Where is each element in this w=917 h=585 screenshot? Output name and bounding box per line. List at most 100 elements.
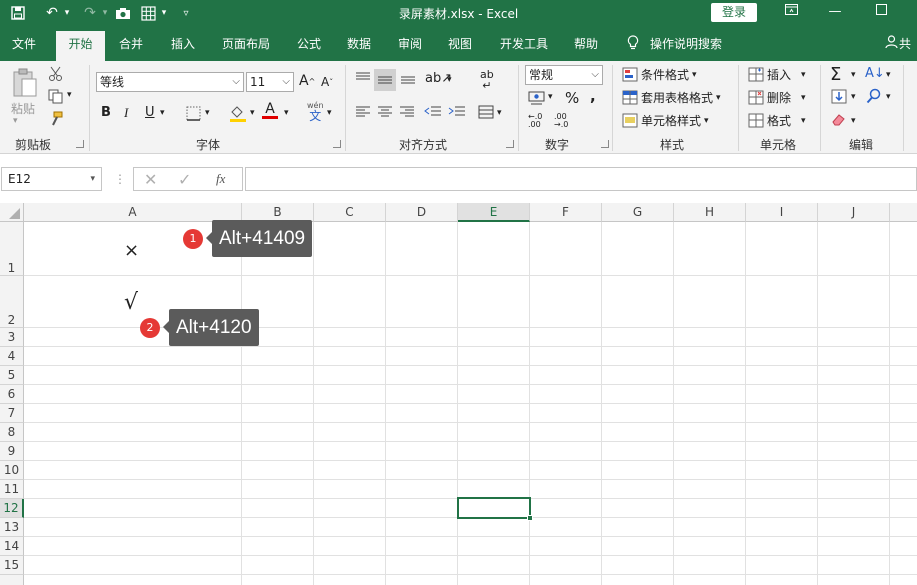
align-right-icon[interactable] — [399, 105, 415, 119]
tab-developer[interactable]: 开发工具 — [494, 35, 554, 61]
row-header-4[interactable]: 4 — [0, 347, 24, 366]
merge-center-icon[interactable] — [478, 105, 494, 119]
italic-button[interactable]: I — [124, 105, 128, 121]
tab-data[interactable]: 数据 — [340, 35, 378, 61]
insert-function-icon[interactable]: fx — [216, 171, 225, 187]
clear-dropdown-icon[interactable]: ▾ — [851, 116, 856, 126]
format-painter-icon[interactable] — [48, 111, 64, 127]
column-header-e[interactable]: E — [458, 203, 530, 222]
row-header-next[interactable] — [0, 575, 24, 585]
align-middle-icon[interactable] — [374, 69, 396, 91]
wrap-text-button[interactable]: ab ↵ — [480, 69, 494, 91]
grow-font-button[interactable]: A ^ — [299, 73, 315, 89]
column-header-g[interactable]: G — [602, 203, 674, 222]
find-select-icon[interactable] — [866, 88, 882, 104]
redo-dropdown-icon[interactable]: ▾ — [100, 3, 110, 23]
name-box-dropdown-icon[interactable]: ▾ — [90, 168, 95, 190]
find-dropdown-icon[interactable]: ▾ — [886, 92, 891, 102]
copy-dropdown-icon[interactable]: ▾ — [67, 90, 72, 100]
name-box[interactable]: E12 ▾ — [1, 167, 102, 191]
row-header-10[interactable]: 10 — [0, 461, 24, 480]
formula-input[interactable] — [245, 167, 917, 191]
format-as-table-button[interactable]: 套用表格格式 ▾ — [622, 89, 721, 106]
row-header-6[interactable]: 6 — [0, 385, 24, 404]
paste-icon[interactable] — [10, 67, 40, 99]
row-header-3[interactable]: 3 — [0, 328, 24, 347]
font-color-button[interactable]: A — [262, 102, 278, 119]
copy-icon[interactable] — [48, 89, 64, 104]
align-bottom-icon[interactable] — [400, 71, 416, 85]
merge-dropdown-icon[interactable]: ▾ — [497, 108, 502, 118]
accounting-dropdown-icon[interactable]: ▾ — [548, 92, 553, 102]
font-color-dropdown-icon[interactable]: ▾ — [284, 108, 289, 118]
number-format-select[interactable]: 常规 ⌵ — [525, 65, 603, 85]
align-left-icon[interactable] — [355, 105, 371, 119]
ribbon-display-icon[interactable] — [776, 2, 806, 22]
alignment-launcher-icon[interactable] — [506, 140, 514, 148]
decrease-indent-icon[interactable] — [424, 105, 442, 119]
row-header-9[interactable]: 9 — [0, 442, 24, 461]
tab-formulas[interactable]: 公式 — [290, 35, 328, 61]
cancel-icon[interactable]: ✕ — [144, 170, 157, 189]
cell-styles-button[interactable]: 单元格样式 ▾ — [622, 112, 709, 129]
column-header-c[interactable]: C — [314, 203, 386, 222]
tab-view[interactable]: 视图 — [441, 35, 479, 61]
column-header-d[interactable]: D — [386, 203, 458, 222]
select-all-corner[interactable] — [0, 203, 24, 222]
orientation-dropdown-icon[interactable]: ▾ — [447, 75, 452, 85]
format-cells-button[interactable]: 格式 ▾ — [748, 112, 806, 129]
underline-dropdown-icon[interactable]: ▾ — [160, 108, 165, 118]
row-header-2[interactable]: 2 — [0, 276, 24, 328]
row-header-1[interactable]: 1 — [0, 222, 24, 276]
conditional-format-button[interactable]: 条件格式 ▾ — [622, 66, 697, 83]
fill-dropdown-icon[interactable]: ▾ — [851, 92, 856, 102]
undo-dropdown-icon[interactable]: ▾ — [62, 3, 72, 23]
number-launcher-icon[interactable] — [601, 140, 609, 148]
autosum-dropdown-icon[interactable]: ▾ — [851, 70, 856, 80]
column-header-i[interactable]: I — [746, 203, 818, 222]
row-header-11[interactable]: 11 — [0, 480, 24, 499]
login-button[interactable]: 登录 — [711, 3, 757, 22]
comma-button[interactable]: , — [590, 87, 596, 105]
column-header-j[interactable]: J — [818, 203, 890, 222]
redo-icon[interactable]: ↷ — [80, 3, 100, 23]
column-header-a[interactable]: A — [24, 203, 242, 222]
share-button[interactable]: 共 — [899, 35, 917, 61]
tab-page-layout[interactable]: 页面布局 — [216, 35, 276, 61]
cell-a2[interactable]: √ — [124, 290, 138, 315]
maximize-icon[interactable] — [866, 2, 896, 22]
align-top-icon[interactable] — [355, 71, 371, 85]
share-user-icon[interactable] — [884, 35, 898, 61]
bold-button[interactable]: B — [101, 105, 111, 120]
row-header-8[interactable]: 8 — [0, 423, 24, 442]
delete-cells-button[interactable]: 删除 ▾ — [748, 89, 806, 106]
paste-dropdown-icon[interactable]: ▾ — [13, 116, 33, 126]
fill-down-icon[interactable] — [831, 89, 847, 104]
row-header-7[interactable]: 7 — [0, 404, 24, 423]
phonetic-dropdown-icon[interactable]: ▾ — [327, 108, 332, 118]
row-header-14[interactable]: 14 — [0, 537, 24, 556]
active-cell-e12[interactable] — [457, 497, 531, 519]
accounting-icon[interactable] — [528, 90, 546, 106]
row-header-13[interactable]: 13 — [0, 518, 24, 537]
percent-button[interactable]: % — [565, 89, 579, 107]
formula-bar-dots-icon[interactable]: ⋮ — [114, 172, 126, 186]
shrink-font-button[interactable]: Aˇ — [321, 75, 333, 89]
insert-cells-button[interactable]: 插入 ▾ — [748, 66, 806, 83]
camera-icon[interactable] — [113, 3, 133, 23]
tell-me-search[interactable]: 操作说明搜索 — [650, 35, 730, 61]
underline-button[interactable]: U — [145, 105, 155, 120]
tab-home[interactable]: 开始 — [56, 31, 105, 61]
fill-color-icon[interactable] — [229, 104, 247, 122]
minimize-icon[interactable]: — — [820, 2, 850, 22]
tab-help[interactable]: 帮助 — [567, 35, 605, 61]
cell-a1[interactable]: × — [124, 240, 139, 261]
fill-dropdown-icon[interactable]: ▾ — [250, 108, 255, 118]
align-center-icon[interactable] — [377, 105, 393, 119]
tab-insert[interactable]: 插入 — [164, 35, 202, 61]
tab-merge[interactable]: 合并 — [112, 35, 150, 61]
clipboard-launcher-icon[interactable] — [76, 140, 84, 148]
font-size-select[interactable]: 11 ⌵ — [246, 72, 294, 92]
border-icon[interactable] — [186, 106, 201, 121]
customize-icon[interactable]: ▿ — [178, 3, 194, 23]
